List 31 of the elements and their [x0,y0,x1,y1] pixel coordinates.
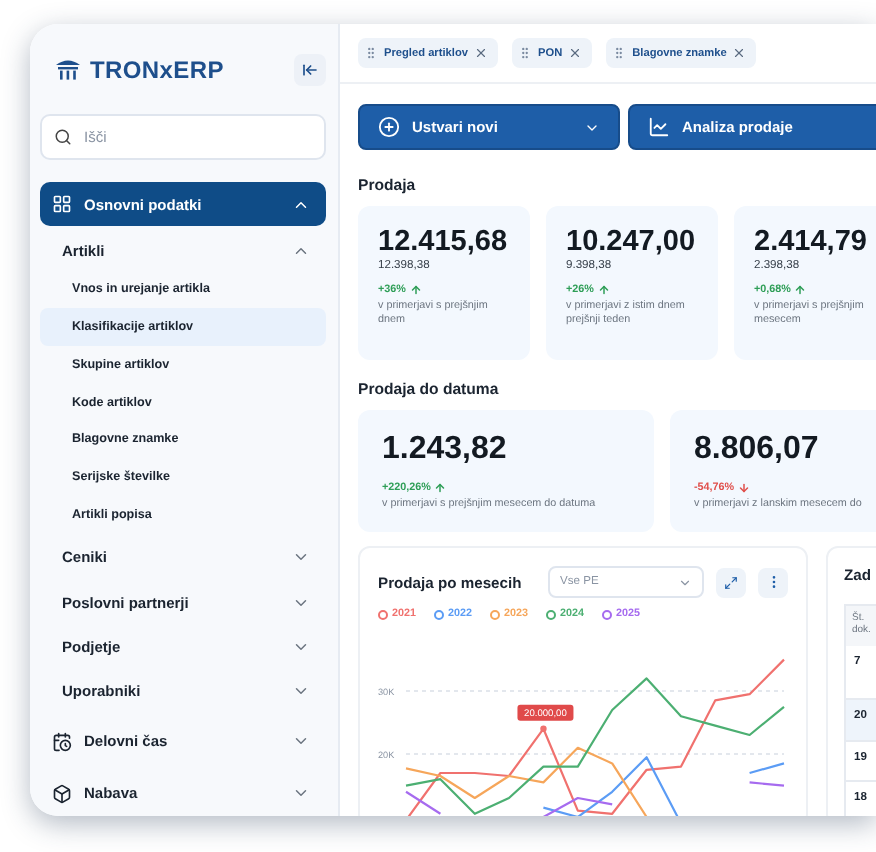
box-icon [52,783,72,804]
arrow-up-icon [794,284,807,296]
data-point [540,725,547,732]
pillar-logo-icon [54,57,82,82]
stat-value: 1.243,82 [382,432,509,468]
plus-circle-icon [378,116,400,138]
arrow-up-icon [434,482,447,494]
value-tooltip [517,704,574,721]
caret-icon [678,575,692,589]
chart-icon [648,116,670,138]
arrow-up-icon [409,284,422,296]
drag-handle-icon [517,46,532,60]
drag-handle-icon [364,46,378,60]
search-icon [54,128,72,147]
logo-text: TRONxERP [90,55,224,84]
close-icon[interactable] [473,46,488,60]
stat-value: 8.806,07 [694,432,821,468]
stat-value: 10.247,00 [566,226,698,258]
close-icon[interactable] [732,46,747,60]
stat-value: 12.415,68 [378,226,510,258]
calendar-clock-icon [52,731,72,752]
close-icon[interactable] [568,46,583,60]
drag-handle-icon [612,46,627,60]
grid-icon [52,194,72,215]
collapse-sidebar-button[interactable] [294,53,326,86]
arrow-up-icon [597,284,610,296]
stat-value: 2.414,79 [754,226,869,258]
expand-icon [724,575,738,589]
collapse-arrow-icon [302,61,318,78]
expand-button[interactable] [716,567,746,597]
arrow-down-icon [738,482,751,494]
